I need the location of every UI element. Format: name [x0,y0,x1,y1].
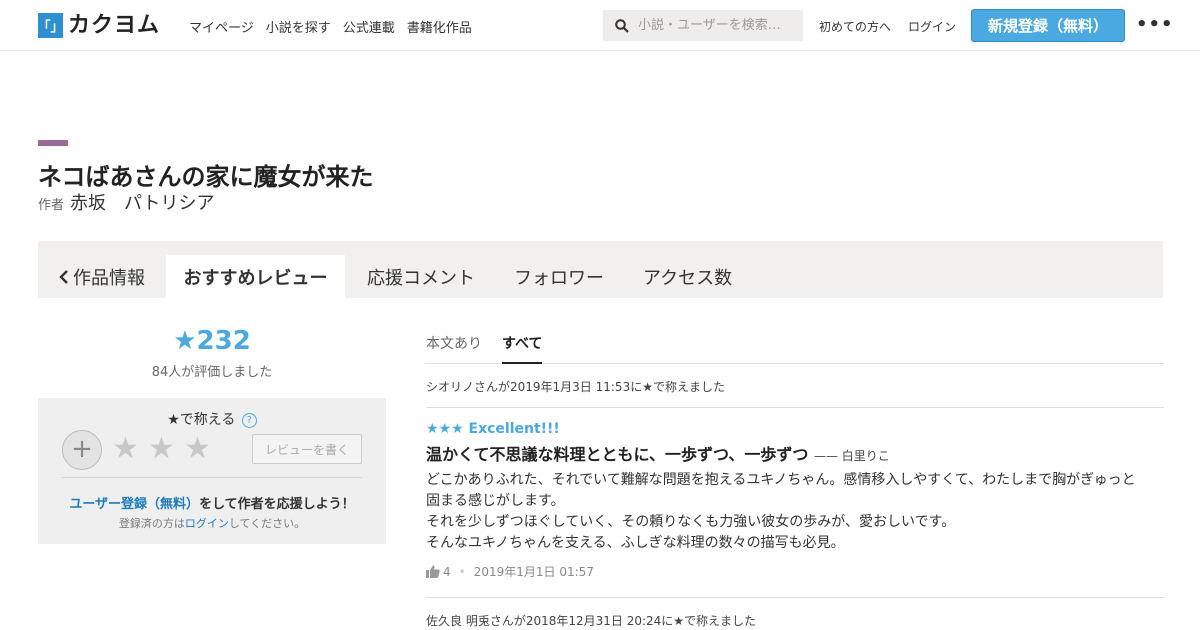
filter-with-text[interactable]: 本文あり [426,333,482,364]
praise-title-text: ★で称える [167,412,236,428]
login-note-link[interactable]: ログイン [185,517,229,530]
review-author[interactable]: —— 白里りこ [814,449,890,463]
review-body-line: どこかありふれた、それでいて難解な問題を抱えるユキノちゃん。感情移入しやすくて、… [426,472,1136,509]
work-title[interactable]: ネコばあさんの家に魔女が来た [38,157,374,192]
star-1-icon[interactable]: ★ [112,431,139,466]
chevron-left-icon [59,269,68,284]
star-2-icon[interactable]: ★ [148,431,175,466]
tab-work-info[interactable]: 作品情報 [58,255,145,298]
search-box[interactable] [603,10,803,41]
filter-all[interactable]: すべて [502,333,543,364]
search-input[interactable] [638,18,798,33]
review-date: 2019年1月1日 01:57 [473,565,594,579]
signup-button[interactable]: 新規登録（無料） [971,9,1125,42]
login-note-pre: 登録済の方は [118,517,185,530]
like-button[interactable]: 4 [426,565,451,579]
review-rating: ★★★ Excellent!!! [426,421,560,437]
first-time-link[interactable]: 初めての方へ [819,18,891,35]
plus-icon[interactable]: + [62,430,102,470]
title-accent-bar [38,140,68,146]
praise-title: ★で称える ? [38,409,386,429]
review-headline[interactable]: 温かくて不思議な料理とともに、一歩ずつ、一歩ずつ —— 白里りこ [426,441,890,465]
nav-official-series[interactable]: 公式連載 [343,17,395,36]
work-tabs: 作品情報 おすすめレビュー 応援コメント フォロワー アクセス数 [38,241,1163,298]
review-body: どこかありふれた、それでいて難解な問題を抱えるユキノちゃん。感情移入しやすくて、… [426,470,1136,554]
more-menu-icon[interactable]: ••• [1136,14,1174,35]
review-headline-text: 温かくて不思議な料理とともに、一歩ずつ、一歩ずつ [426,445,809,464]
review-body-line: そんなユキノちゃんを支える、ふしぎな料理の数々の描写も必見。 [426,535,845,551]
author-line: 作者 赤坂 パトリシア [38,189,215,215]
tab-followers[interactable]: フォロワー [514,255,604,298]
logo-mark: 「」 [38,13,64,38]
divider [426,597,1164,598]
divider [426,407,1164,408]
signup-cta-link[interactable]: ユーザー登録（無料） [69,497,199,512]
nav-books[interactable]: 書籍化作品 [407,17,472,36]
logo[interactable]: 「」 カクヨム [38,13,160,38]
separator-dot: • [458,564,466,579]
tab-recommended-reviews[interactable]: おすすめレビュー [166,255,345,298]
login-note: 登録済の方はログインしてください。 [38,515,386,531]
help-icon[interactable]: ? [241,413,257,428]
logo-text: カクヨム [68,13,161,38]
star-3-icon[interactable]: ★ [184,431,211,466]
tab-access-count[interactable]: アクセス数 [643,255,732,298]
write-review-button[interactable]: レビューを書く [252,434,362,464]
review-footer: 4 • 2019年1月1日 01:57 [426,563,594,580]
author-label: 作者 [38,198,65,213]
review-body-line: それを少しずつほぐしていく、その頼りなくも力強い彼女の歩みが、愛おしいです。 [426,514,956,530]
review-filter-tabs: 本文あり すべて [426,333,1164,364]
author-name[interactable]: 赤坂 パトリシア [70,189,215,215]
nav-mypage[interactable]: マイページ [189,17,254,36]
main-nav: マイページ 小説を探す 公式連載 書籍化作品 [189,17,472,36]
tab-support-comments[interactable]: 応援コメント [367,255,475,298]
thumbs-up-icon [426,565,440,578]
site-header: 「」 カクヨム マイページ 小説を探す 公式連載 書籍化作品 初めての方へ ログ… [0,0,1200,51]
star-score: ★232 [173,326,251,356]
like-count: 4 [443,564,451,579]
review-meta: 佐久良 明兎さんが2018年12月31日 20:24に★で称えました [426,614,757,628]
search-icon [615,18,629,33]
login-note-post: してください。 [228,517,306,530]
rater-count: 84人が評価しました [151,365,273,380]
login-link[interactable]: ログイン [908,18,956,35]
praise-panel: ★で称える ? + ★ ★ ★ レビューを書く ユーザー登録（無料）をして作者を… [38,398,386,544]
nav-search-novels[interactable]: 小説を探す [266,17,331,36]
signup-cta-text: をして作者を応援しよう！ [199,497,355,512]
signup-cta: ユーザー登録（無料）をして作者を応援しよう！ [38,493,386,512]
review-meta: シオリノさんが2019年1月3日 11:53に★で称えました [426,380,725,394]
tab-work-info-label: 作品情報 [73,267,145,289]
divider [61,477,362,478]
